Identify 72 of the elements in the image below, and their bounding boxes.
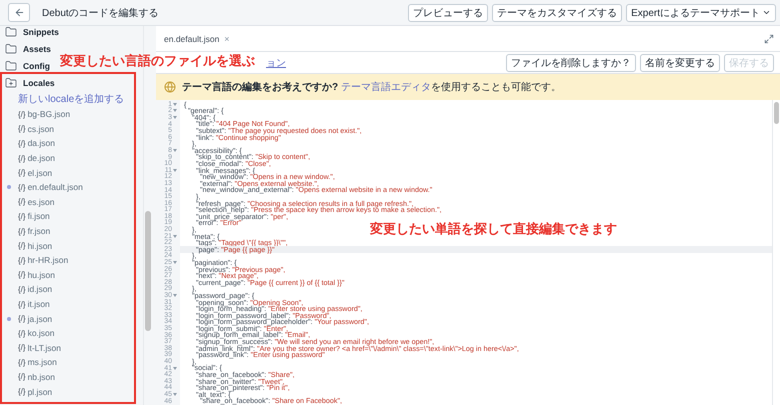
folder-name[interactable]: Assets xyxy=(23,44,51,54)
file-icon: {/} xyxy=(18,284,26,294)
back-button[interactable] xyxy=(8,3,30,22)
file-icon: {/} xyxy=(18,138,26,148)
expand-icon[interactable] xyxy=(764,34,774,44)
file-icon: {/} xyxy=(18,328,26,338)
file-name[interactable]: id.json xyxy=(28,284,52,294)
file-icon: {/} xyxy=(18,387,26,396)
banner-text: テーマ言語の編集をお考えですか? テーマ言語エディタ を使用することも可能です。 xyxy=(182,80,561,94)
close-button[interactable]: × xyxy=(224,34,230,44)
fold-icon[interactable] xyxy=(173,116,177,119)
file-name[interactable]: lt-LT.json xyxy=(28,342,61,353)
fold-icon[interactable] xyxy=(173,392,177,396)
file-name[interactable]: hi.json xyxy=(28,240,52,251)
fold-icon[interactable] xyxy=(173,234,177,238)
folder-name[interactable]: Snippets xyxy=(23,26,59,36)
file-name[interactable]: fi.json xyxy=(28,211,50,222)
file-name[interactable]: hu.json xyxy=(28,270,55,280)
file-name[interactable]: pl.json xyxy=(28,386,52,397)
file-icon: {/} xyxy=(18,314,26,324)
folder-name[interactable]: Config xyxy=(23,60,50,70)
file-name[interactable]: ms.json xyxy=(28,357,57,368)
file-icon: {/} xyxy=(18,212,26,221)
fold-icon[interactable] xyxy=(173,168,177,172)
file-icon: {/} xyxy=(18,226,26,236)
file-name[interactable]: ko.json xyxy=(28,328,55,338)
file-icon: {/} xyxy=(18,168,26,178)
file-name[interactable]: es.json xyxy=(28,196,55,207)
fold-icon[interactable] xyxy=(173,261,177,264)
file-icon: {/} xyxy=(18,256,26,265)
language-editor-link[interactable]: テーマ言語エディタ xyxy=(340,82,431,93)
page-title: Debutのコードを編集する xyxy=(42,6,159,20)
file-icon: {/} xyxy=(18,124,26,134)
file-name[interactable]: cs.json xyxy=(28,124,54,134)
action-button[interactable]: 名前を変更する xyxy=(640,54,720,72)
annotation-text: 変更したい単語を探して直接編集できます xyxy=(370,220,617,238)
file-icon: {/} xyxy=(18,110,26,119)
file-name[interactable]: ja.json xyxy=(28,314,52,324)
file-icon: {/} xyxy=(18,197,26,206)
fold-icon[interactable] xyxy=(173,109,177,112)
fold-icon[interactable] xyxy=(173,148,177,152)
header-button[interactable]: Expertによるテーマサポート xyxy=(626,4,776,22)
back-arrow-icon xyxy=(14,7,24,18)
file-icon: {/} xyxy=(18,372,26,382)
file-name[interactable]: it.json xyxy=(28,299,50,310)
file-name[interactable]: en.default.json xyxy=(28,182,83,192)
file-icon: {/} xyxy=(18,343,26,352)
action-button[interactable]: ファイルを削除しますか？ xyxy=(506,54,636,72)
header-button[interactable]: プレビューする xyxy=(408,4,488,22)
file-icon: {/} xyxy=(18,300,26,309)
globe-icon xyxy=(164,81,176,93)
folder-name[interactable]: Locales xyxy=(23,78,55,88)
fold-icon[interactable] xyxy=(173,294,177,298)
file-name[interactable]: el.json xyxy=(28,168,52,178)
file-icon: {/} xyxy=(18,270,26,280)
scrollbar[interactable] xyxy=(772,100,780,405)
file-name[interactable]: da.json xyxy=(28,138,55,148)
file-name[interactable]: nb.json xyxy=(28,372,55,382)
file-icon: {/} xyxy=(18,358,26,367)
add-locale-link[interactable]: 新しいlocaleを追加する xyxy=(0,91,143,107)
fold-icon[interactable] xyxy=(173,366,177,370)
file-name[interactable]: fr.json xyxy=(28,226,50,236)
versions-link[interactable]: ョン xyxy=(266,56,286,70)
file-icon: {/} xyxy=(18,154,26,163)
file-name[interactable]: hr-HR.json xyxy=(28,255,68,266)
file-icon: {/} xyxy=(18,182,26,192)
file-name[interactable]: bg-BG.json xyxy=(28,109,70,120)
annotation-text: 変更したい言語のファイルを選ぶ xyxy=(60,52,255,70)
file-name[interactable]: de.json xyxy=(28,153,55,164)
file-icon: {/} xyxy=(18,241,26,250)
fold-icon[interactable] xyxy=(173,102,177,106)
header-button[interactable]: テーマをカスタマイズする xyxy=(492,4,622,22)
